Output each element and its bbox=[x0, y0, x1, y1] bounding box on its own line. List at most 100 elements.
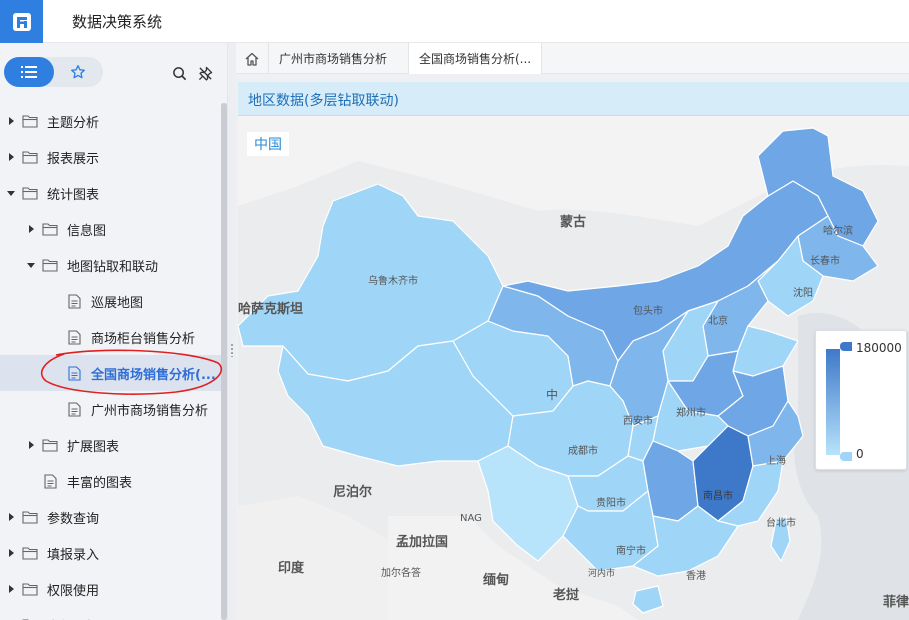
map-label: 成都市 bbox=[568, 444, 598, 457]
folder-icon bbox=[42, 221, 58, 237]
folder-icon bbox=[42, 437, 58, 453]
map-label: 中 bbox=[546, 387, 558, 402]
tree-item-label: 扩展图表 bbox=[67, 439, 120, 455]
sidebar-scrollbar-thumb[interactable] bbox=[221, 103, 227, 620]
folder-icon bbox=[22, 185, 38, 201]
tree-item-label: 丰富的图表 bbox=[67, 475, 133, 491]
tree-item[interactable]: 巡展地图 bbox=[0, 283, 222, 319]
tab-national-sales[interactable]: 全国商场销售分析(... bbox=[409, 43, 542, 74]
tree-item-label: 权限使用 bbox=[47, 583, 100, 599]
map-label: 南昌市 bbox=[703, 489, 733, 502]
star-icon bbox=[71, 65, 85, 79]
tab-bar: 广州市商场销售分析 全国商场销售分析(... bbox=[236, 43, 909, 74]
tree-item[interactable]: 广州市商场销售分析 bbox=[0, 391, 222, 427]
map-label: 沈阳 bbox=[793, 286, 813, 299]
map-label: 包头市 bbox=[633, 304, 663, 317]
tree-item-label: 多级上报 bbox=[47, 616, 99, 620]
folder-icon bbox=[22, 581, 38, 597]
folder-icon bbox=[22, 509, 38, 525]
tree-item-label: 统计图表 bbox=[47, 187, 100, 203]
caret-down-icon[interactable] bbox=[26, 260, 36, 270]
tree-item-label: 主题分析 bbox=[47, 115, 100, 131]
map-label: NAG bbox=[460, 513, 482, 524]
tab-guangzhou-sales[interactable]: 广州市商场销售分析 bbox=[269, 43, 409, 74]
map-drill-breadcrumb[interactable]: 中国 bbox=[247, 132, 289, 156]
tree-item[interactable]: 参数查询 bbox=[0, 499, 222, 535]
map-label: 菲律宾 bbox=[883, 594, 909, 610]
app-title: 数据决策系统 bbox=[72, 13, 163, 31]
map-area: 蒙古 乌鲁木齐市 哈萨克斯坦 哈尔滨 长春市 沈阳 包头市 北京 中 西安市 郑… bbox=[238, 116, 909, 620]
tree-item[interactable]: 信息图 bbox=[0, 211, 222, 247]
map-label: 哈尔滨 bbox=[823, 224, 853, 237]
folder-icon bbox=[42, 257, 58, 273]
map-label: 印度 bbox=[278, 560, 305, 576]
legend-max-handle[interactable] bbox=[840, 342, 852, 351]
folder-icon bbox=[22, 113, 38, 129]
map-label: 郑州市 bbox=[676, 406, 706, 419]
tree-item-label: 信息图 bbox=[67, 223, 107, 239]
map-label: 南宁市 bbox=[616, 544, 646, 557]
tree-item[interactable]: 丰富的图表 bbox=[0, 463, 222, 499]
caret-right-icon[interactable] bbox=[6, 512, 16, 522]
caret-right-icon[interactable] bbox=[26, 224, 36, 234]
caret-right-icon[interactable] bbox=[26, 440, 36, 450]
map-label: 长春市 bbox=[810, 254, 840, 267]
map-label: 上海 bbox=[766, 454, 786, 467]
unpin-button[interactable] bbox=[195, 63, 215, 83]
tree-item[interactable]: 填报录入 bbox=[0, 535, 222, 571]
map-label: 缅甸 bbox=[483, 572, 509, 588]
china-choropleth-map[interactable]: 蒙古 乌鲁木齐市 哈萨克斯坦 哈尔滨 长春市 沈阳 包头市 北京 中 西安市 郑… bbox=[238, 116, 909, 620]
tree-item-label: 填报录入 bbox=[47, 547, 100, 563]
tree-item[interactable]: 地图钻取和联动 bbox=[0, 247, 222, 283]
tab-label: 全国商场销售分析(... bbox=[419, 52, 532, 66]
legend-min-handle[interactable] bbox=[840, 452, 852, 461]
report-file-icon bbox=[66, 401, 82, 417]
search-button[interactable] bbox=[169, 63, 189, 83]
list-icon bbox=[21, 66, 37, 78]
tree-item-label: 地图钻取和联动 bbox=[67, 259, 159, 275]
folder-icon bbox=[22, 545, 38, 561]
app-logo[interactable] bbox=[0, 0, 43, 43]
unpin-icon bbox=[198, 66, 212, 81]
caret-right-icon[interactable] bbox=[6, 548, 16, 558]
tree-item-label: 商场柜台销售分析 bbox=[91, 331, 196, 347]
home-icon bbox=[245, 52, 259, 66]
tree-item[interactable]: 多级上报 bbox=[0, 607, 222, 620]
caret-right-icon[interactable] bbox=[6, 116, 16, 126]
favorites-view-button[interactable] bbox=[53, 57, 103, 87]
report-file-icon bbox=[66, 293, 82, 309]
map-legend: 180000 0 bbox=[815, 330, 907, 470]
search-icon bbox=[172, 66, 186, 80]
caret-down-icon[interactable] bbox=[6, 188, 16, 198]
report-file-icon bbox=[66, 329, 82, 345]
report-file-icon bbox=[66, 365, 82, 381]
caret-right-icon[interactable] bbox=[6, 584, 16, 594]
legend-min-label: 0 bbox=[856, 447, 864, 461]
tree-item[interactable]: 扩展图表 bbox=[0, 427, 222, 463]
legend-gradient-bar bbox=[826, 349, 840, 455]
top-bar: 数据决策系统 bbox=[0, 0, 909, 43]
map-label: 蒙古 bbox=[560, 214, 586, 230]
sidebar-splitter[interactable] bbox=[228, 43, 236, 620]
map-label: 哈萨克斯坦 bbox=[238, 301, 303, 317]
map-label: 贵阳市 bbox=[596, 496, 626, 509]
tree-item[interactable]: 权限使用 bbox=[0, 571, 222, 607]
tree-item[interactable]: 统计图表 bbox=[0, 175, 222, 211]
home-tab[interactable] bbox=[236, 43, 269, 74]
tree-item[interactable]: 全国商场销售分析(... bbox=[0, 355, 222, 391]
map-label: 河内市 bbox=[588, 567, 615, 579]
app-window: 数据决策系统 主题分析 报表展示 统计图表 信息图 地图钻取和联动 巡展地图 商… bbox=[0, 0, 909, 620]
legend-max-label: 180000 bbox=[856, 341, 902, 355]
tree-item[interactable]: 报表展示 bbox=[0, 139, 222, 175]
list-view-button[interactable] bbox=[4, 57, 54, 87]
splitter-grip[interactable] bbox=[230, 343, 234, 357]
tree-item[interactable]: 商场柜台销售分析 bbox=[0, 319, 222, 355]
tree-item[interactable]: 主题分析 bbox=[0, 103, 222, 139]
navigation-tree: 主题分析报表展示统计图表信息图地图钻取和联动巡展地图商场柜台销售分析全国商场销售… bbox=[0, 103, 222, 620]
caret-right-icon[interactable] bbox=[6, 152, 16, 162]
logo-icon bbox=[12, 12, 31, 31]
